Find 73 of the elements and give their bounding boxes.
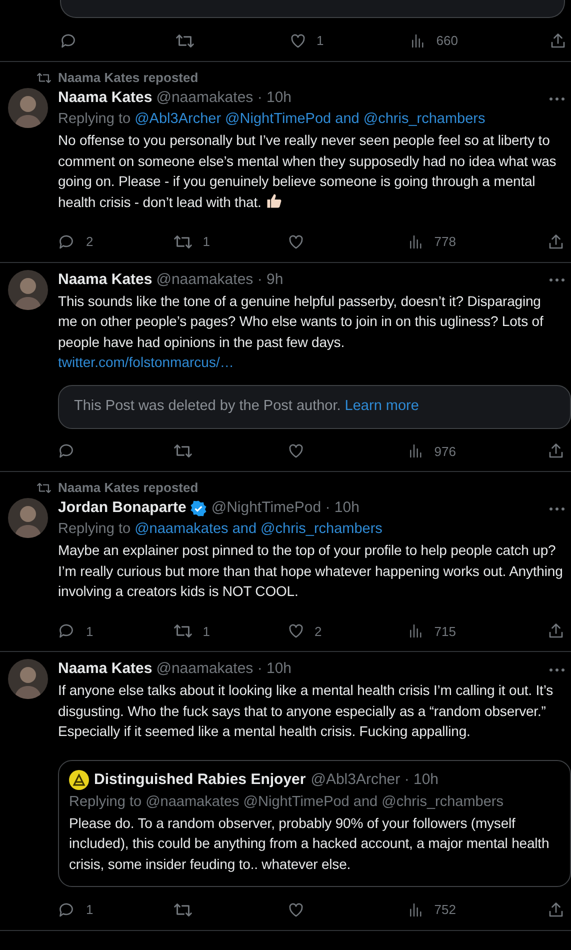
repost-label: Naama Kates reposted [58,69,198,88]
reply-icon[interactable] [58,232,76,251]
repost-icon [36,71,52,85]
reply-count: 1 [86,622,94,640]
views-count: 976 [434,442,456,460]
repost-icon[interactable] [174,32,195,50]
reply-icon[interactable] [58,622,76,640]
mention-link[interactable]: @Abl3Archer @NightTimePod and @chris_rchambers [134,111,486,127]
avatar-icon [8,498,48,538]
handle-and-time: @naamakates · 10h [156,88,292,108]
repost-icon[interactable] [172,232,193,251]
bar-chart-icon[interactable] [408,623,424,640]
like-count: 2 [314,622,322,640]
heart-icon[interactable] [286,442,305,460]
share-icon[interactable] [549,32,567,50]
views-count: 715 [434,622,456,640]
handle-and-time: @naamakates · 10h [156,659,292,680]
author-name: Distinguished Rabies Enjoyer [94,770,306,790]
share-icon[interactable] [547,622,565,640]
bar-chart-icon[interactable] [408,902,424,918]
replying-to-line: Replying to @Abl3Archer @NightTimePod and @chris_rchambers [58,110,486,129]
more-options-icon[interactable] [549,96,565,100]
post-text: No offense to you personally but I’ve really never seen people feel so at liberty to comment on someone else’s mental when they supposedly had no idea what was going on. Please - if you genuinely believe someone is going through a mental health crisis - don’t lead with that. [58,131,558,212]
more-options-icon[interactable] [549,506,565,510]
author-name: Naama Kates [58,270,152,290]
share-icon[interactable] [547,442,565,460]
share-icon[interactable] [547,900,565,919]
reply-count: 1 [86,901,94,919]
repost-label: Naama Kates reposted [58,479,198,498]
avatar-icon [69,770,89,790]
views-count: 778 [434,233,456,251]
reply-count: 2 [86,233,94,251]
handle-and-time: @NightTimePod · 10h [211,498,360,518]
notice-text: This Post was deleted by the Post author. [74,396,341,416]
author-name: Naama Kates [58,659,152,680]
mention-link[interactable]: @naamakates and @chris_rchambers [134,521,382,537]
repost-icon[interactable] [172,622,193,640]
replying-to-line: Replying to @naamakates @NightTimePod and @chris_rchambers [69,792,505,812]
reply-icon[interactable] [60,32,78,50]
share-icon[interactable] [547,232,565,251]
handle-and-time: @naamakates · 9h [156,270,284,290]
views-count: 752 [434,901,456,919]
repost-icon[interactable] [172,900,193,919]
author-name: Jordan Bonaparte [58,498,186,518]
reply-icon[interactable] [58,442,76,460]
reply-icon[interactable] [58,900,76,919]
repost-icon[interactable] [172,442,193,460]
bar-chart-icon[interactable] [408,234,424,250]
repost-count: 1 [202,233,210,251]
repost-count: 1 [202,622,210,640]
learn-more-link[interactable]: Learn more [344,396,419,418]
avatar-icon [8,270,48,310]
url-link[interactable]: twitter.com/folstonmarcus/… [58,352,234,372]
heart-icon[interactable] [286,622,305,640]
bar-chart-icon[interactable] [410,32,426,49]
views-count: 660 [436,32,458,50]
like-count: 1 [316,32,324,50]
quoted-post-text: Please do. To a random observer, probably 90% of your followers (myself included), this could be anything from a hacked account, a major mental health crisis, some insider feuding to.. whatever else. [69,814,550,874]
more-options-icon[interactable] [549,668,565,672]
post-text: Maybe an explainer post pinned to the top of your profile to help people catch up? I’m really curious but more than that hope whatever happening works out. Anything involving a creators kids is NOT COOL. [58,541,564,601]
avatar-icon [8,659,48,699]
author-name: Naama Kates [58,88,152,108]
handle-and-time: @Abl3Archer · 10h [310,770,439,790]
replying-to-line: Replying to @naamakates and @chris_rchambers [58,520,384,539]
post-text: This sounds like the tone of a genuine helpful passerby, doesn’t it? Disparaging me on other people’s pages? Who else wants to join in on this ugliness? Lots of people have had opinions in the past few days. [58,292,544,352]
heart-icon[interactable] [286,232,305,251]
more-options-icon[interactable] [549,278,565,282]
heart-icon[interactable] [286,900,305,919]
post-text: If anyone else talks about it looking like a mental health crisis I’m calling it out. It’s disgusting. Who the fuck says that to anyone especially as a “random observer.” Especially if it seemed like a mental health crisis. Fucking appalling. [58,681,554,741]
bar-chart-icon[interactable] [408,443,424,460]
repost-icon [36,481,52,495]
avatar-icon [8,88,48,128]
heart-icon[interactable] [288,32,307,50]
